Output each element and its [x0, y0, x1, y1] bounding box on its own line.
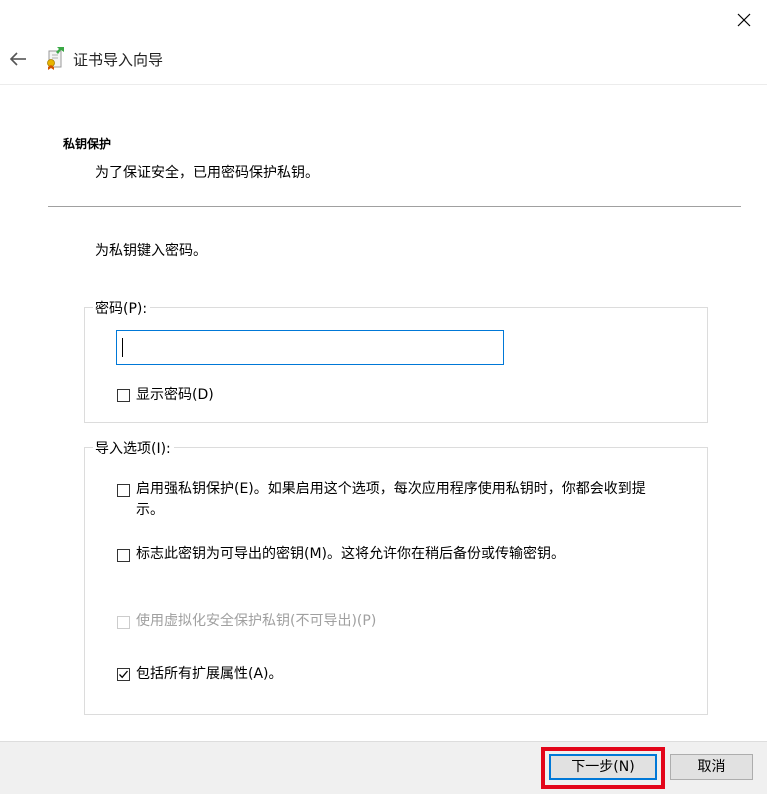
virtualization-label: 使用虚拟化安全保护私钥(不可导出)(P)	[136, 613, 377, 629]
extended-properties-label[interactable]: 包括所有扩展属性(A)。	[136, 663, 283, 685]
section-title: 私钥保护	[63, 137, 112, 151]
section-divider	[48, 206, 741, 207]
text-caret	[122, 338, 123, 357]
exportable-key-checkbox[interactable]	[117, 549, 130, 562]
header-separator	[0, 84, 767, 85]
certificate-icon	[44, 46, 66, 70]
next-button[interactable]: 下一步(N)	[549, 754, 657, 780]
strong-protection-label-line2[interactable]: 示。	[136, 499, 164, 521]
checkmark-icon	[119, 670, 128, 679]
import-options-legend: 导入选项(I):	[93, 438, 174, 458]
close-button[interactable]	[733, 9, 755, 31]
password-input[interactable]	[116, 330, 504, 365]
show-password-label[interactable]: 显示密码(D)	[136, 384, 214, 406]
back-arrow-icon	[9, 52, 26, 66]
exportable-key-label[interactable]: 标志此密钥为可导出的密钥(M)。这将允许你在稍后备份或传输密钥。	[136, 543, 565, 565]
strong-protection-checkbox[interactable]	[117, 484, 130, 497]
show-password-checkbox[interactable]	[117, 389, 130, 402]
wizard-title: 证书导入向导	[73, 51, 164, 69]
cancel-button[interactable]: 取消	[670, 754, 753, 780]
close-icon	[737, 13, 751, 27]
password-prompt: 为私钥键入密码。	[95, 243, 207, 259]
certificate-import-wizard: 证书导入向导 私钥保护 为了保证安全，已用密码保护私钥。 为私钥键入密码。 密码…	[0, 0, 767, 794]
strong-protection-label-line1[interactable]: 启用强私钥保护(E)。如果启用这个选项，每次应用程序使用私钥时，你都会收到提	[136, 478, 646, 500]
password-group-legend: 密码(P):	[93, 298, 151, 318]
section-description: 为了保证安全，已用密码保护私钥。	[95, 165, 319, 181]
back-button[interactable]	[8, 48, 30, 70]
virtualization-checkbox	[117, 616, 130, 629]
extended-properties-checkbox[interactable]	[117, 668, 130, 681]
